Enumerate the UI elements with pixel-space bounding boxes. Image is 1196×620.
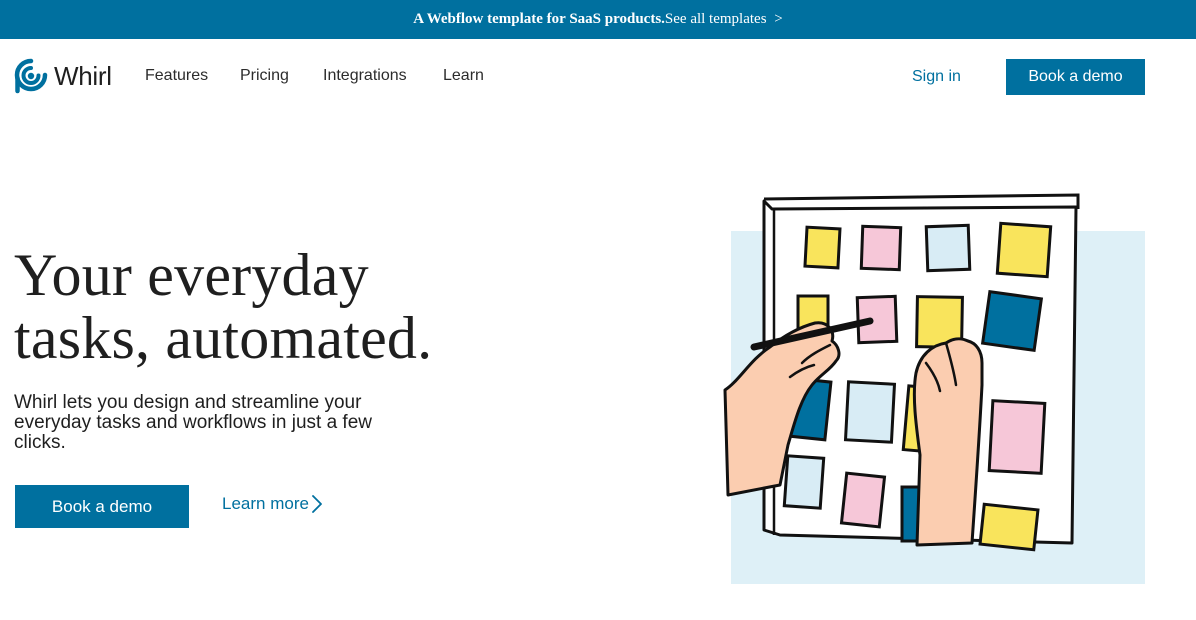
sticky-note (839, 471, 887, 529)
brand-logo[interactable]: Whirl (14, 56, 112, 96)
hero-title-line-2: tasks, automated. (14, 305, 433, 371)
sticky-note (924, 223, 972, 273)
learn-more-link[interactable]: Learn more (222, 494, 323, 514)
sticky-note (843, 380, 897, 444)
sticky-note (803, 225, 842, 270)
whirl-logo-icon (14, 58, 48, 94)
nav-link-learn[interactable]: Learn (443, 67, 484, 85)
nav-link-features[interactable]: Features (145, 67, 208, 85)
announcement-banner: A Webflow template for SaaS products. Se… (0, 0, 1196, 39)
banner-chevron-icon: > (774, 11, 783, 27)
sticky-note (978, 502, 1040, 552)
nav-book-demo-button[interactable]: Book a demo (1006, 59, 1145, 95)
banner-link-label: See all templates (664, 11, 767, 27)
sticky-note (980, 289, 1044, 353)
nav-link-integrations[interactable]: Integrations (323, 67, 407, 85)
sticky-notes-board-illustration (723, 193, 1145, 584)
sticky-note (782, 454, 826, 510)
hero-subtitle: Whirl lets you design and streamline you… (14, 392, 372, 453)
nav-link-pricing[interactable]: Pricing (240, 67, 289, 85)
hero-title-line-1: Your everyday (14, 242, 369, 308)
hero-book-demo-button[interactable]: Book a demo (15, 485, 189, 528)
sign-in-link[interactable]: Sign in (912, 68, 961, 86)
learn-more-label: Learn more (222, 494, 309, 513)
right-hand (912, 337, 984, 547)
main-navigation: Whirl Features Pricing Integrations Lear… (0, 39, 1196, 115)
sticky-note (987, 399, 1047, 475)
chevron-right-icon (312, 495, 322, 513)
hero-title: Your everyday tasks, automated. (14, 244, 432, 370)
banner-templates-link[interactable]: See all templates > (665, 11, 783, 28)
sticky-note (859, 224, 903, 272)
sticky-note (995, 221, 1053, 279)
banner-text: A Webflow template for SaaS products. (413, 11, 665, 27)
brand-name: Whirl (54, 60, 112, 91)
